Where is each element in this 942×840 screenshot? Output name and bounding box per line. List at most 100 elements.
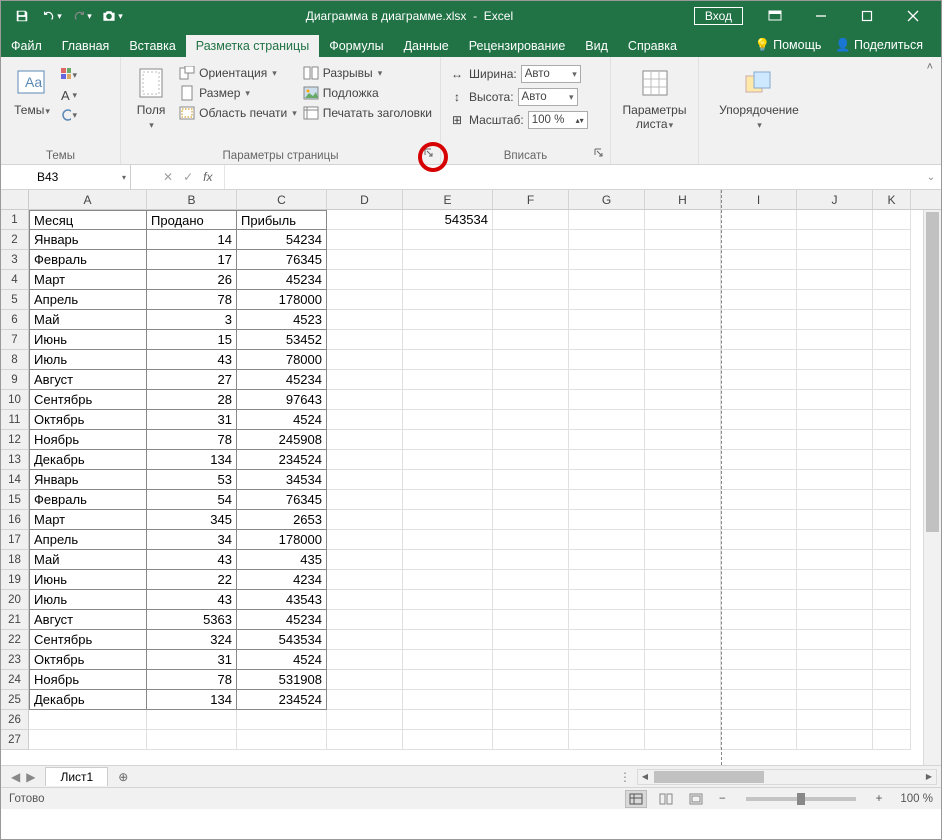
cell[interactable]: [569, 430, 645, 450]
cell[interactable]: [403, 430, 493, 450]
cell[interactable]: 22: [147, 570, 237, 590]
page-setup-launcher[interactable]: [422, 146, 436, 160]
cell[interactable]: [645, 370, 721, 390]
cell[interactable]: [569, 350, 645, 370]
tab-file[interactable]: Файл: [1, 35, 52, 57]
row-header[interactable]: 18: [1, 550, 29, 570]
tab-insert[interactable]: Вставка: [119, 35, 185, 57]
cell[interactable]: [403, 690, 493, 710]
cell[interactable]: [569, 330, 645, 350]
cell[interactable]: [493, 590, 569, 610]
cell[interactable]: [873, 350, 911, 370]
cell[interactable]: [493, 730, 569, 750]
cell[interactable]: 45234: [237, 370, 327, 390]
cell[interactable]: [327, 670, 403, 690]
cell[interactable]: [721, 250, 797, 270]
view-page-break-icon[interactable]: [685, 790, 707, 808]
cell[interactable]: Декабрь: [29, 690, 147, 710]
cell[interactable]: 78000: [237, 350, 327, 370]
cell[interactable]: [493, 490, 569, 510]
cell[interactable]: [327, 590, 403, 610]
cell[interactable]: 76345: [237, 250, 327, 270]
cell[interactable]: 4234: [237, 570, 327, 590]
cell[interactable]: 134: [147, 450, 237, 470]
cell[interactable]: 324: [147, 630, 237, 650]
cell[interactable]: [237, 710, 327, 730]
cell[interactable]: [645, 310, 721, 330]
cell[interactable]: Июль: [29, 590, 147, 610]
column-header[interactable]: I: [721, 190, 797, 209]
sheet-nav-next-icon[interactable]: ▶: [26, 770, 35, 784]
cell[interactable]: [797, 370, 873, 390]
cell[interactable]: [569, 410, 645, 430]
cell[interactable]: [493, 650, 569, 670]
cell[interactable]: [721, 510, 797, 530]
cell[interactable]: [403, 610, 493, 630]
print-area-button[interactable]: Область печати▾: [179, 105, 297, 121]
cell[interactable]: Июль: [29, 350, 147, 370]
row-header[interactable]: 11: [1, 410, 29, 430]
themes-button[interactable]: Aa Темы▾: [9, 61, 55, 148]
cell[interactable]: [569, 290, 645, 310]
cell[interactable]: [873, 470, 911, 490]
cell[interactable]: [403, 250, 493, 270]
cell[interactable]: 31: [147, 410, 237, 430]
cell[interactable]: [797, 610, 873, 630]
row-header[interactable]: 23: [1, 650, 29, 670]
scale-launcher[interactable]: [592, 146, 606, 160]
cell[interactable]: [797, 470, 873, 490]
cell[interactable]: [721, 310, 797, 330]
cell[interactable]: 234524: [237, 450, 327, 470]
row-header[interactable]: 4: [1, 270, 29, 290]
cell[interactable]: 4524: [237, 410, 327, 430]
cell[interactable]: [493, 250, 569, 270]
cell[interactable]: Сентябрь: [29, 630, 147, 650]
formula-input[interactable]: [224, 165, 921, 189]
cell[interactable]: 43: [147, 350, 237, 370]
cell[interactable]: Октябрь: [29, 650, 147, 670]
tab-view[interactable]: Вид: [575, 35, 618, 57]
cell[interactable]: Июнь: [29, 330, 147, 350]
cell[interactable]: 54234: [237, 230, 327, 250]
row-header[interactable]: 1: [1, 210, 29, 230]
cell[interactable]: [797, 690, 873, 710]
horizontal-scrollbar[interactable]: ◀▶: [637, 769, 937, 785]
cell[interactable]: [721, 550, 797, 570]
view-page-layout-icon[interactable]: [655, 790, 677, 808]
row-header[interactable]: 13: [1, 450, 29, 470]
cell[interactable]: [645, 710, 721, 730]
cell[interactable]: [721, 630, 797, 650]
cell[interactable]: Прибыль: [237, 210, 327, 230]
cell[interactable]: 14: [147, 230, 237, 250]
orientation-button[interactable]: Ориентация▾: [179, 65, 297, 81]
row-header[interactable]: 14: [1, 470, 29, 490]
cell[interactable]: [327, 510, 403, 530]
undo-icon[interactable]: ▾: [39, 4, 65, 28]
zoom-out-button[interactable]: −: [715, 793, 730, 805]
cell[interactable]: Август: [29, 370, 147, 390]
cell[interactable]: [873, 490, 911, 510]
cell[interactable]: [721, 450, 797, 470]
cell[interactable]: [721, 230, 797, 250]
column-header[interactable]: C: [237, 190, 327, 209]
cell[interactable]: [493, 330, 569, 350]
cell[interactable]: [797, 510, 873, 530]
cell[interactable]: [327, 430, 403, 450]
cell[interactable]: [493, 690, 569, 710]
cell[interactable]: Май: [29, 550, 147, 570]
cell[interactable]: [645, 330, 721, 350]
cell[interactable]: [327, 710, 403, 730]
cell[interactable]: Сентябрь: [29, 390, 147, 410]
cell[interactable]: [797, 450, 873, 470]
cell[interactable]: [403, 290, 493, 310]
cell[interactable]: [403, 550, 493, 570]
column-header[interactable]: J: [797, 190, 873, 209]
cell[interactable]: [645, 430, 721, 450]
cell[interactable]: [569, 610, 645, 630]
print-titles-button[interactable]: Печатать заголовки: [303, 105, 432, 121]
cell[interactable]: [327, 450, 403, 470]
tab-formulas[interactable]: Формулы: [319, 35, 393, 57]
cell[interactable]: [403, 650, 493, 670]
cell[interactable]: 54: [147, 490, 237, 510]
cell[interactable]: [569, 390, 645, 410]
